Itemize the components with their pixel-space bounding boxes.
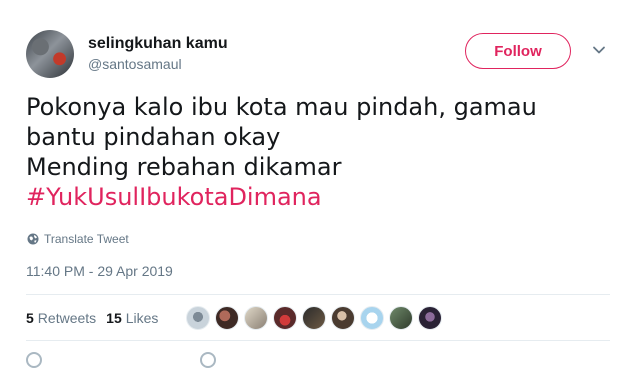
retweets-label: Retweets [37,310,97,326]
tweet-timestamp[interactable]: 11:40 PM - 29 Apr 2019 [26,263,173,279]
liker-avatar[interactable] [186,306,210,330]
hashtag-link[interactable]: #YukUsulIbukotaDimana [26,182,616,212]
liker-avatar[interactable] [360,306,384,330]
liker-avatar[interactable] [244,306,268,330]
globe-icon [27,233,39,245]
reply-icon[interactable] [26,352,42,368]
likers-avatars [186,306,447,330]
retweets-count: 5 [26,310,34,326]
author-display-name[interactable]: selingkuhan kamu [88,35,228,53]
likes-label: Likes [125,310,159,326]
tweet-text-line: bantu pindahan okay [26,123,281,151]
tweet-text: Pokonya kalo ibu kota mau pindah, gamau … [26,92,616,212]
liker-avatar[interactable] [273,306,297,330]
liker-avatar[interactable] [302,306,326,330]
divider [26,340,610,341]
tweet-stats: 5 Retweets 15 Likes [26,310,168,326]
chevron-down-icon[interactable] [592,43,606,57]
tweet-actions [26,352,374,368]
liker-avatar[interactable] [215,306,239,330]
tweet-text-line: Mending rebahan dikamar [26,153,342,181]
retweet-icon[interactable] [200,352,216,368]
liker-avatar[interactable] [331,306,355,330]
follow-button[interactable]: Follow [465,33,571,69]
liker-avatar[interactable] [389,306,413,330]
author-handle[interactable]: @santosamaul [88,56,182,72]
author-avatar[interactable] [26,30,74,78]
translate-tweet-label: Translate Tweet [44,232,129,246]
likes-stat[interactable]: 15 Likes [106,310,158,326]
likes-count: 15 [106,310,122,326]
translate-tweet-link[interactable]: Translate Tweet [27,232,129,246]
divider [26,294,610,295]
liker-avatar[interactable] [418,306,442,330]
tweet-text-line: Pokonya kalo ibu kota mau pindah, gamau [26,93,537,121]
retweets-stat[interactable]: 5 Retweets [26,310,96,326]
